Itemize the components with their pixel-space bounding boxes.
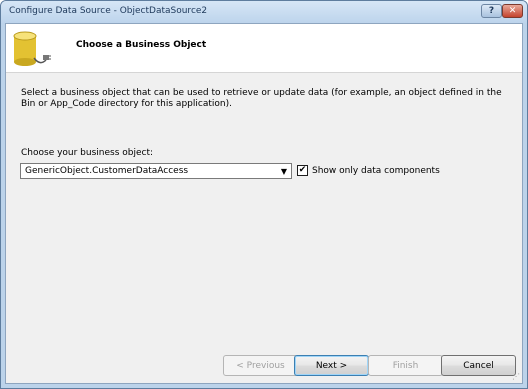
show-data-components-label[interactable]: Show only data components [312, 166, 440, 176]
dialog-client: Choose a Business Object Select a busine… [5, 23, 523, 384]
close-button[interactable]: ✕ [502, 4, 523, 18]
database-plug-icon [13, 31, 51, 66]
next-button[interactable]: Next > [294, 355, 369, 376]
help-button[interactable]: ? [481, 4, 502, 18]
show-data-components-option[interactable]: ✔ Show only data components [297, 165, 440, 176]
resize-grip[interactable]: ⋰ [512, 372, 520, 381]
business-object-label: Choose your business object: [21, 148, 154, 158]
wizard-header: Choose a Business Object [6, 24, 522, 73]
description-text: Select a business object that can be use… [21, 88, 502, 109]
business-object-value: GenericObject.CustomerDataAccess [25, 166, 189, 176]
business-object-dropdown[interactable]: GenericObject.CustomerDataAccess ▼ [20, 163, 292, 179]
checkmark-icon: ✔ [298, 165, 307, 175]
chevron-down-icon[interactable]: ▼ [277, 164, 291, 178]
finish-button[interactable]: Finish [368, 355, 443, 376]
cancel-button[interactable]: Cancel [441, 355, 516, 376]
show-data-components-checkbox[interactable]: ✔ [297, 165, 308, 176]
title-bar[interactable]: Configure Data Source - ObjectDataSource… [1, 1, 527, 23]
dialog-window: Configure Data Source - ObjectDataSource… [0, 0, 528, 389]
previous-button[interactable]: < Previous [223, 355, 298, 376]
page-title: Choose a Business Object [76, 40, 207, 50]
window-title: Configure Data Source - ObjectDataSource… [9, 6, 208, 16]
